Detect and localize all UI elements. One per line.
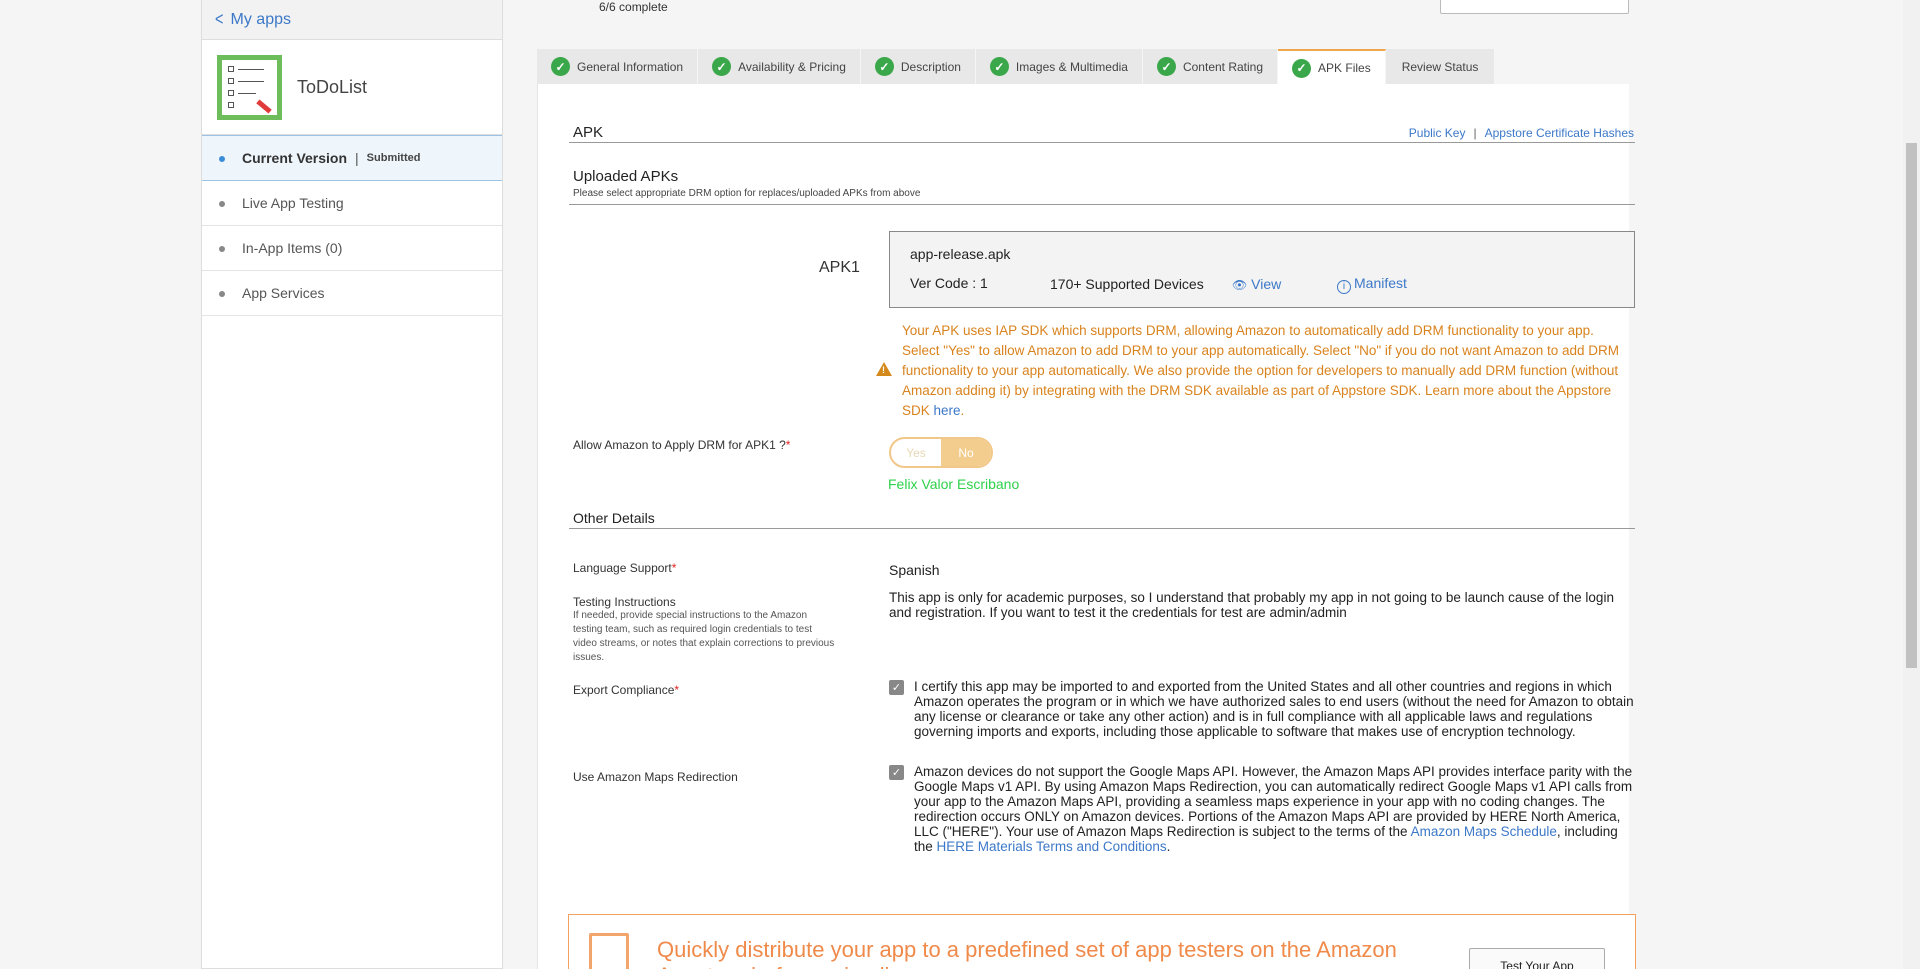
maps-redirection-label: Use Amazon Maps Redirection <box>573 770 738 784</box>
language-label-text: Language Support <box>573 561 672 575</box>
required-marker: * <box>785 438 791 452</box>
view-devices-link[interactable]: 👁 View <box>1232 276 1281 292</box>
sidebar-item-app-services[interactable]: App Services <box>202 271 502 316</box>
top-action-button[interactable] <box>1440 0 1629 14</box>
maps-text-end: . <box>1166 839 1171 854</box>
chevron-left-icon: < <box>215 9 224 29</box>
back-to-my-apps-link[interactable]: < My apps <box>202 0 502 40</box>
tab-bar: ✓ General Information ✓ Availability & P… <box>537 49 1496 85</box>
status-badge: Submitted <box>366 152 421 164</box>
maps-redirection-text: Amazon devices do not support the Google… <box>914 764 1634 854</box>
check-icon: ✓ <box>874 57 894 76</box>
check-icon: ✓ <box>551 57 570 76</box>
apk-card: app-release.apk Ver Code : 1 170+ Suppor… <box>889 231 1635 308</box>
app-name: ToDoList <box>297 76 368 97</box>
drm-label-text: Allow Amazon to Apply DRM for APK1 ? <box>573 438 786 452</box>
tab-content-rating[interactable]: ✓ Content Rating <box>1142 49 1279 84</box>
sidebar-item-label: App Services <box>242 285 325 301</box>
divider <box>569 142 1635 143</box>
eye-icon: 👁 <box>1232 278 1248 292</box>
tab-images-multimedia[interactable]: ✓ Images & Multimedia <box>975 49 1143 84</box>
sidebar-item-label: Live App Testing <box>242 195 344 211</box>
uploaded-apks-note: Please select appropriate DRM option for… <box>573 188 921 199</box>
app-header: ToDoList <box>202 40 502 135</box>
page: < My apps ToDoList Current Version | Sub… <box>0 0 1920 969</box>
drm-yes-option[interactable]: Yes <box>891 439 941 466</box>
drm-toggle: Yes No <box>889 437 993 468</box>
info-icon: i <box>1337 279 1351 294</box>
drm-warning-text: Your APK uses IAP SDK which supports DRM… <box>902 321 1632 421</box>
tab-description[interactable]: ✓ Description <box>860 49 976 84</box>
tab-label: Review Status <box>1401 59 1479 74</box>
testing-instructions-value: This app is only for academic purposes, … <box>889 590 1614 620</box>
uploaded-apks-title: Uploaded APKs <box>573 168 679 185</box>
manifest-link-label: Manifest <box>1354 275 1407 291</box>
divider <box>569 204 1635 205</box>
back-link-label: My apps <box>230 10 291 28</box>
progress-text: 6/6 complete <box>599 0 668 14</box>
tab-label: Content Rating <box>1182 59 1264 74</box>
sidebar-item-in-app-items[interactable]: In-App Items (0) <box>202 226 502 271</box>
tab-label: APK Files <box>1318 61 1371 75</box>
export-compliance-label: Export Compliance* <box>573 683 679 697</box>
check-icon: ✓ <box>712 57 732 76</box>
app-icon <box>217 54 282 120</box>
language-support-value: Spanish <box>889 562 940 578</box>
required-marker: * <box>674 683 680 697</box>
supported-devices: 170+ Supported Devices <box>1050 276 1204 292</box>
other-details-title: Other Details <box>573 510 655 526</box>
view-link-label: View <box>1251 276 1282 292</box>
signature-text: Felix Valor Escribano <box>888 476 1020 492</box>
sidebar: < My apps ToDoList Current Version | Sub… <box>201 0 503 969</box>
tab-label: Description <box>900 59 961 74</box>
link-separator: | <box>1473 126 1477 140</box>
check-icon: ✓ <box>1292 58 1312 78</box>
drm-no-option[interactable]: No <box>941 439 991 466</box>
tab-availability-pricing[interactable]: ✓ Availability & Pricing <box>698 49 861 84</box>
tab-label: Availability & Pricing <box>738 59 846 74</box>
apk-links: Public Key | Appstore Certificate Hashes <box>1409 126 1634 140</box>
separator: | <box>355 150 359 166</box>
public-key-link[interactable]: Public Key <box>1409 126 1466 140</box>
tab-review-status[interactable]: Review Status <box>1385 49 1496 84</box>
warning-body: Your APK uses IAP SDK which supports DRM… <box>902 323 1620 418</box>
testing-instructions-note: If needed, provide special instructions … <box>573 610 835 663</box>
export-compliance-checkbox[interactable]: ✓ <box>889 680 904 695</box>
tab-label: General Information <box>577 59 684 74</box>
here-terms-link[interactable]: HERE Materials Terms and Conditions <box>937 839 1167 854</box>
amazon-maps-schedule-link[interactable]: Amazon Maps Schedule <box>1411 824 1557 839</box>
export-label-text: Export Compliance <box>573 683 675 697</box>
check-icon: ✓ <box>989 57 1009 76</box>
cert-hashes-link[interactable]: Appstore Certificate Hashes <box>1485 126 1634 140</box>
tab-general-information[interactable]: ✓ General Information <box>537 49 699 84</box>
manifest-link[interactable]: i Manifest <box>1337 275 1407 294</box>
sidebar-item-label: In-App Items (0) <box>242 240 343 256</box>
testing-instructions-label: Testing Instructions <box>573 595 676 609</box>
apk-label: APK1 <box>819 259 860 276</box>
apk-section-title: APK <box>573 124 604 141</box>
promo-text: Quickly distribute your app to a predefi… <box>657 937 1397 969</box>
check-icon: ✓ <box>1156 57 1176 76</box>
ver-code: Ver Code : 1 <box>910 275 988 291</box>
warning-icon: ! <box>876 362 892 376</box>
sidebar-item-current-version[interactable]: Current Version | Submitted <box>202 135 502 181</box>
required-marker: * <box>671 561 677 575</box>
drm-label: Allow Amazon to Apply DRM for APK1 ?* <box>573 438 793 452</box>
language-support-label: Language Support* <box>573 561 676 575</box>
apk-file-name: app-release.apk <box>910 246 1011 262</box>
export-compliance-text: I certify this app may be imported to an… <box>914 679 1634 739</box>
scrollbar-thumb[interactable] <box>1906 143 1917 668</box>
main-panel: APK Public Key | Appstore Certificate Hash… <box>537 84 1636 969</box>
sidebar-item-live-app-testing[interactable]: Live App Testing <box>202 181 502 226</box>
tab-label: Images & Multimedia <box>1015 59 1128 74</box>
test-your-app-button[interactable]: Test Your App <box>1469 948 1605 969</box>
document-icon <box>589 933 629 969</box>
warning-end: . <box>960 403 965 418</box>
sidebar-item-label: Current Version <box>242 150 348 166</box>
tab-apk-files[interactable]: ✓ APK Files <box>1278 49 1386 85</box>
test-app-promo: Quickly distribute your app to a predefi… <box>568 914 1636 969</box>
divider <box>569 528 1635 529</box>
here-link[interactable]: here <box>934 403 961 418</box>
maps-redirection-checkbox[interactable]: ✓ <box>889 765 904 780</box>
